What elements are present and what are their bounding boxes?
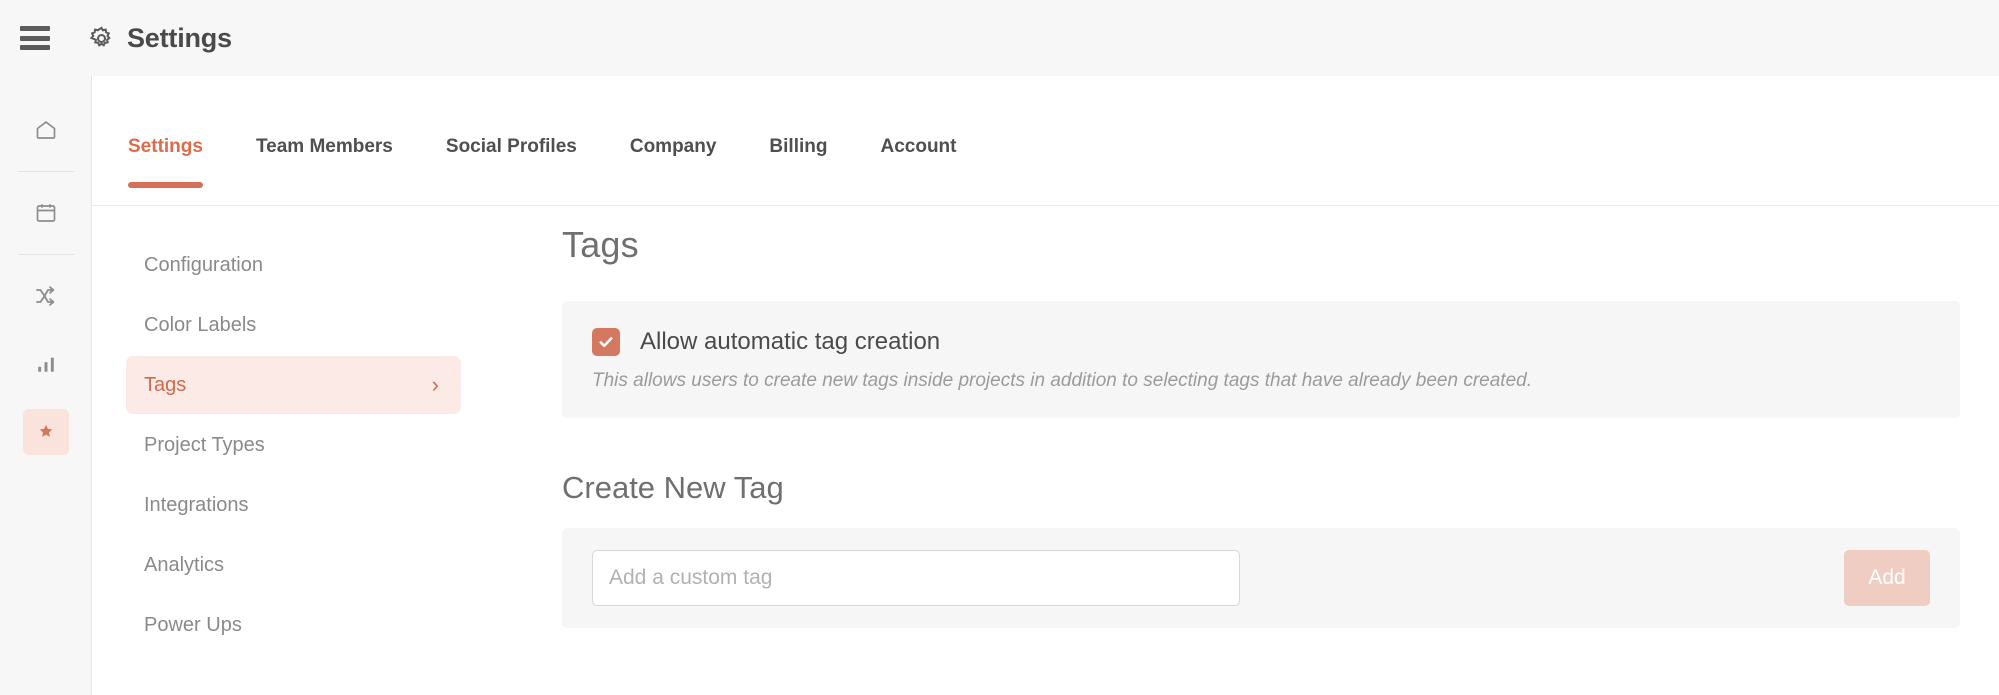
sidebar-item-project-types[interactable]: Project Types [126,416,461,474]
allow-automatic-tag-creation-label: Allow automatic tag creation [640,328,941,355]
sidebar-item-integrations[interactable]: Integrations [126,476,461,534]
auto-tag-description: This allows users to create new tags ins… [592,370,1532,391]
add-tag-button[interactable]: Add [1844,550,1930,606]
tab-account[interactable]: Account [880,116,956,188]
star-bookmark-icon[interactable] [22,409,69,455]
gear-icon [87,24,115,52]
sidebar-item-tags[interactable]: Tags › [126,356,461,414]
hamburger-icon[interactable] [20,26,50,50]
sidebar-item-label: Analytics [144,553,225,576]
sidebar-item-label: Integrations [144,493,249,516]
content-area: Settings Team Members Social Profiles Co… [92,76,1999,695]
sidebar-item-label: Project Types [144,433,265,456]
sidebar-item-label: Power Ups [144,613,242,636]
chevron-right-icon: › [431,372,439,397]
sidebar-item-configuration[interactable]: Configuration [126,236,461,294]
hamburger-bar [20,45,50,50]
page-title: Settings [127,22,232,53]
sidebar-item-label: Tags [144,373,187,396]
tab-company[interactable]: Company [630,116,717,188]
top-bar: Settings [0,0,1999,76]
shuffle-icon[interactable] [23,273,69,319]
tab-billing[interactable]: Billing [769,116,827,188]
settings-submenu: Configuration Color Labels Tags › Projec… [126,236,461,656]
tags-heading: Tags [562,224,639,265]
calendar-icon[interactable] [23,190,69,236]
tab-social-profiles[interactable]: Social Profiles [446,116,577,188]
create-tag-panel: Add [562,528,1960,628]
sidebar-item-label: Color Labels [144,313,257,336]
hamburger-bar [20,35,50,41]
auto-tag-panel: Allow automatic tag creation This allows… [562,301,1960,418]
tab-team-members[interactable]: Team Members [256,116,393,188]
tab-settings[interactable]: Settings [128,116,203,188]
main-panel: Tags Allow automatic tag creation This a… [562,224,1960,628]
rail-divider [17,171,74,172]
sidebar-item-label: Configuration [144,253,263,276]
allow-automatic-tag-creation-checkbox[interactable] [592,328,620,356]
auto-tag-row: Allow automatic tag creation [592,328,1930,356]
bar-chart-icon[interactable] [23,341,69,387]
settings-tab-bar: Settings Team Members Social Profiles Co… [92,116,1999,206]
create-new-tag-heading: Create New Tag [562,470,784,505]
hamburger-bar [20,26,50,31]
icon-rail [0,76,92,695]
custom-tag-input[interactable] [592,550,1240,606]
sidebar-item-analytics[interactable]: Analytics [126,536,461,594]
sidebar-item-color-labels[interactable]: Color Labels [126,296,461,354]
sidebar-item-power-ups[interactable]: Power Ups [126,596,461,654]
home-icon[interactable] [23,107,69,153]
rail-divider [17,254,74,255]
